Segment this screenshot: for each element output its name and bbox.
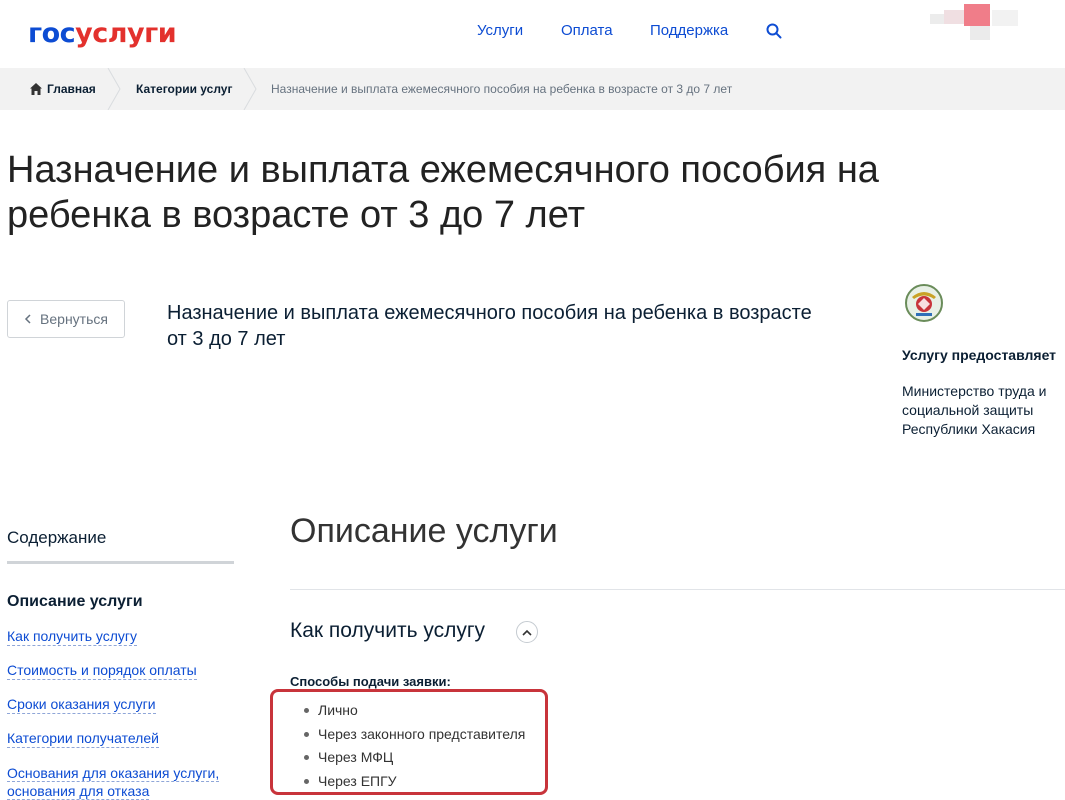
breadcrumb-separator-icon: [107, 68, 121, 110]
toc-item-description[interactable]: Описание услуги: [7, 593, 143, 611]
toc-link-cost[interactable]: Стоимость и порядок оплаты: [7, 661, 197, 680]
breadcrumb-separator-icon: [243, 68, 257, 110]
breadcrumb-current: Назначение и выплата ежемесячного пособи…: [271, 82, 733, 96]
breadcrumb-home[interactable]: Главная: [47, 82, 96, 96]
logo-part-gos: гос: [28, 18, 76, 49]
section-divider: [290, 589, 1065, 590]
toc-link-terms[interactable]: Сроки оказания услуги: [7, 695, 156, 714]
service-title: Назначение и выплата ежемесячного пособи…: [167, 302, 812, 350]
toc-title: Содержание: [7, 528, 107, 547]
section-title: Описание услуги: [290, 512, 558, 550]
how-to-get-title: Как получить услугу: [290, 619, 486, 642]
list-item: Через ЕПГУ: [300, 771, 525, 795]
nav-payment[interactable]: Оплата: [561, 22, 613, 39]
logo-part-uslugi: услуги: [75, 18, 177, 49]
chevron-left-icon: [24, 314, 31, 324]
list-item: Через законного представителя: [300, 724, 525, 748]
breadcrumb-categories[interactable]: Категории услуг: [136, 82, 232, 96]
toc-link-recipients[interactable]: Категории получателей: [7, 729, 159, 748]
toc-link-grounds-label: Основания для оказания услуги, основания…: [7, 765, 220, 800]
region-emblem-icon: [905, 284, 943, 322]
page-title: Назначение и выплата ежемесячного пособи…: [7, 149, 879, 236]
breadcrumb: Главная Категории услуг Назначение и вып…: [0, 68, 1065, 110]
search-icon[interactable]: [766, 23, 782, 39]
user-avatar[interactable]: [930, 4, 1020, 42]
back-button[interactable]: Вернуться: [7, 300, 125, 338]
home-icon: [30, 83, 42, 95]
list-item: Через МФЦ: [300, 747, 525, 771]
collapse-button[interactable]: [516, 621, 538, 643]
toc-link-how-to-get[interactable]: Как получить услугу: [7, 627, 138, 646]
methods-list: Лично Через законного представителя Чере…: [300, 700, 525, 794]
toc-divider: [7, 561, 234, 564]
methods-label: Способы подачи заявки:: [290, 674, 451, 689]
toc-link-grounds[interactable]: Основания для оказания услуги, основания…: [7, 764, 229, 800]
provider-label: Услугу предоставляет: [902, 347, 1057, 363]
back-button-label: Вернуться: [40, 311, 108, 327]
gosuslugi-logo[interactable]: госуслуги: [28, 18, 177, 49]
provider-name: Министерство труда и социальной защиты Р…: [902, 383, 1047, 437]
chevron-up-icon: [522, 629, 532, 636]
list-item: Лично: [300, 700, 525, 724]
nav-support[interactable]: Поддержка: [650, 22, 728, 39]
nav-services[interactable]: Услуги: [477, 22, 523, 39]
